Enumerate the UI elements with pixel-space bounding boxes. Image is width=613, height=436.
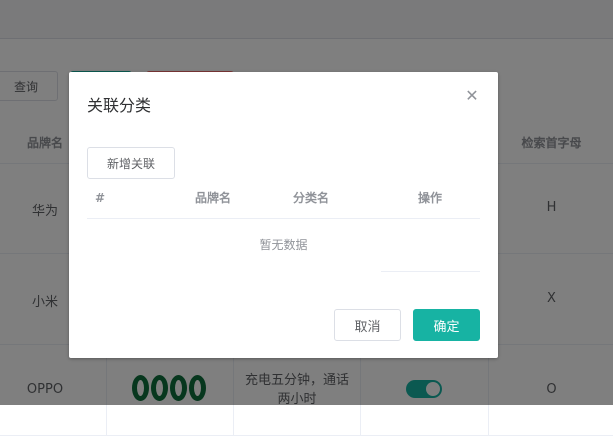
dialog-title: 关联分类 <box>87 96 152 115</box>
close-icon[interactable]: ✕ <box>464 88 480 104</box>
add-relation-button[interactable]: 新增关联 <box>87 147 175 179</box>
empty-text: 暂无数据 <box>259 238 308 252</box>
divider <box>381 271 480 272</box>
col-index: # <box>95 191 106 205</box>
col-category-name: 分类名 <box>293 191 330 205</box>
confirm-button[interactable]: 确定 <box>413 309 480 341</box>
relation-table-header: # 品牌名 分类名 操作 <box>87 179 480 219</box>
col-actions: 操作 <box>418 191 443 205</box>
related-category-dialog: 关联分类 ✕ 新增关联 # 品牌名 分类名 操作 暂无数据 取消 确定 <box>69 72 498 358</box>
cancel-button[interactable]: 取消 <box>334 309 401 341</box>
col-brand-name: 品牌名 <box>195 191 232 205</box>
